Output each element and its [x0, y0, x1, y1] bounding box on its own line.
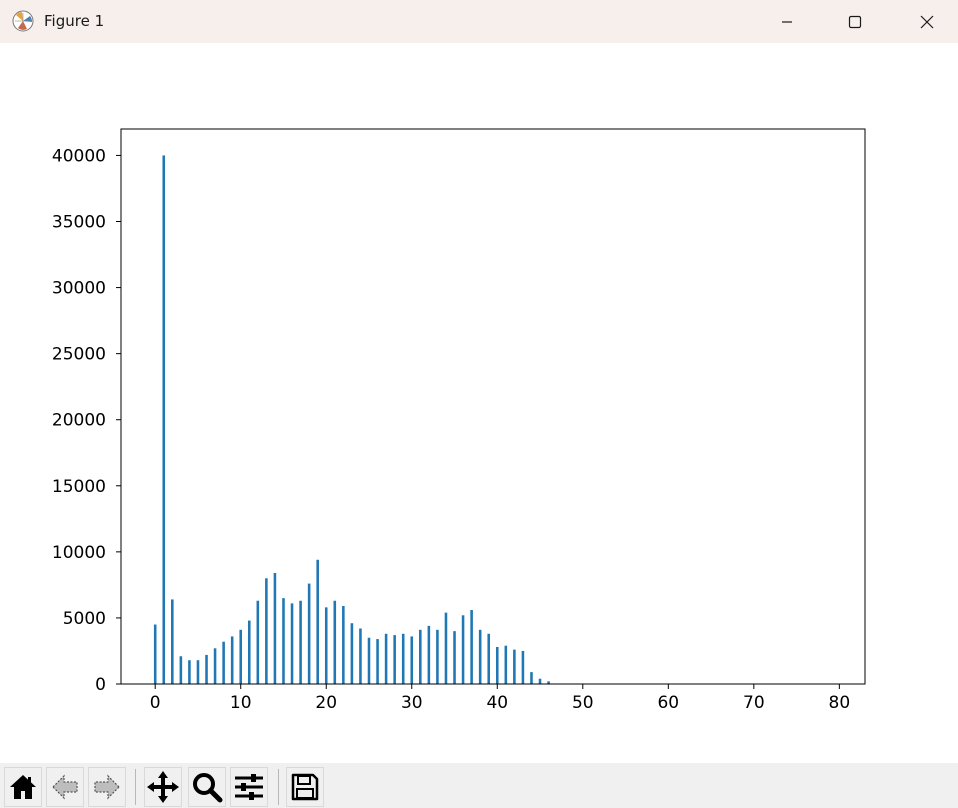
minimize-icon [782, 20, 792, 23]
bar [478, 629, 482, 684]
bar [453, 631, 456, 684]
bar [461, 615, 465, 684]
y-tick-label: 25000 [52, 345, 106, 365]
save-floppy-icon [291, 773, 319, 801]
y-tick-label: 40000 [52, 146, 106, 166]
bar [419, 629, 422, 684]
bar [153, 624, 157, 684]
bar [171, 599, 174, 684]
toolbar-separator [135, 769, 136, 805]
bar [213, 648, 217, 684]
y-tick-label: 35000 [52, 213, 106, 233]
x-tick-label: 50 [572, 693, 594, 713]
bar [521, 650, 525, 684]
configure-subplots-button[interactable] [230, 767, 268, 807]
bar [376, 639, 379, 684]
figure-canvas[interactable]: 0 10 20 30 40 50 60 70 80 0 5000 10000 15000 20000 25… [0, 43, 958, 763]
y-tick-label: 30000 [52, 279, 106, 299]
bar-chart: 0 10 20 30 40 50 60 70 80 0 5000 10000 15000 20000 25… [52, 128, 866, 713]
home-icon [10, 775, 36, 799]
bar [239, 629, 243, 684]
bar [342, 606, 345, 684]
y-tick-label: 10000 [52, 543, 106, 563]
bar [222, 641, 225, 684]
maximize-button[interactable] [832, 0, 878, 43]
y-tick-label: 0 [95, 675, 106, 695]
bar [436, 629, 439, 684]
zoom-magnifier-icon [193, 773, 223, 803]
matplotlib-app-icon [12, 10, 34, 32]
home-button[interactable] [4, 767, 42, 807]
minimize-button[interactable] [764, 0, 810, 43]
bar [290, 603, 294, 684]
pan-button[interactable] [144, 767, 182, 807]
bar [265, 578, 268, 684]
bar [530, 672, 533, 684]
bar [495, 647, 499, 684]
axes-frame [120, 128, 866, 685]
bar [513, 649, 516, 684]
bar [538, 678, 542, 684]
toolbar-separator [278, 769, 279, 805]
forward-button[interactable] [88, 767, 126, 807]
bar [359, 628, 362, 684]
close-button[interactable] [904, 0, 950, 43]
bar [316, 559, 319, 684]
bar [188, 660, 191, 684]
bar [162, 155, 166, 684]
bar [307, 583, 311, 684]
bar [444, 612, 448, 684]
bar [367, 637, 371, 684]
window-title: Figure 1 [44, 12, 105, 30]
bar [179, 656, 183, 684]
bar [273, 573, 277, 684]
configure-subplots-icon [235, 774, 263, 800]
zoom-button[interactable] [188, 767, 226, 807]
bar [256, 600, 260, 684]
x-tick-label: 20 [315, 693, 337, 713]
bar [205, 654, 208, 684]
y-tick-label: 15000 [52, 477, 106, 497]
x-tick-label: 10 [230, 693, 252, 713]
save-button[interactable] [286, 767, 324, 807]
bar [350, 623, 354, 684]
bar [410, 636, 414, 684]
x-tick-label: 60 [657, 693, 679, 713]
bar [504, 645, 508, 684]
y-tick-label: 5000 [63, 609, 106, 629]
x-tick-label: 70 [743, 693, 765, 713]
window-titlebar: Figure 1 [0, 0, 958, 43]
bar [230, 636, 234, 684]
bar [487, 633, 491, 684]
bar [299, 600, 302, 684]
bar [282, 598, 285, 684]
bar [393, 635, 396, 684]
pan-move-icon [147, 771, 179, 803]
bar [324, 607, 328, 684]
close-icon [920, 15, 934, 28]
back-button[interactable] [46, 767, 84, 807]
bar [427, 625, 431, 684]
bar [470, 610, 473, 684]
navigation-toolbar [0, 763, 958, 808]
bar [401, 633, 405, 684]
x-tick-label: 0 [150, 693, 161, 713]
bar [247, 620, 251, 684]
x-tick-label: 30 [401, 693, 423, 713]
back-arrow-icon [52, 774, 78, 800]
bar [384, 633, 388, 684]
forward-arrow-icon [94, 774, 120, 800]
x-tick-label: 40 [486, 693, 508, 713]
bar [196, 660, 200, 684]
x-tick-label: 80 [829, 693, 851, 713]
bar [333, 600, 337, 684]
y-tick-label: 20000 [52, 411, 106, 431]
maximize-icon [848, 15, 862, 28]
